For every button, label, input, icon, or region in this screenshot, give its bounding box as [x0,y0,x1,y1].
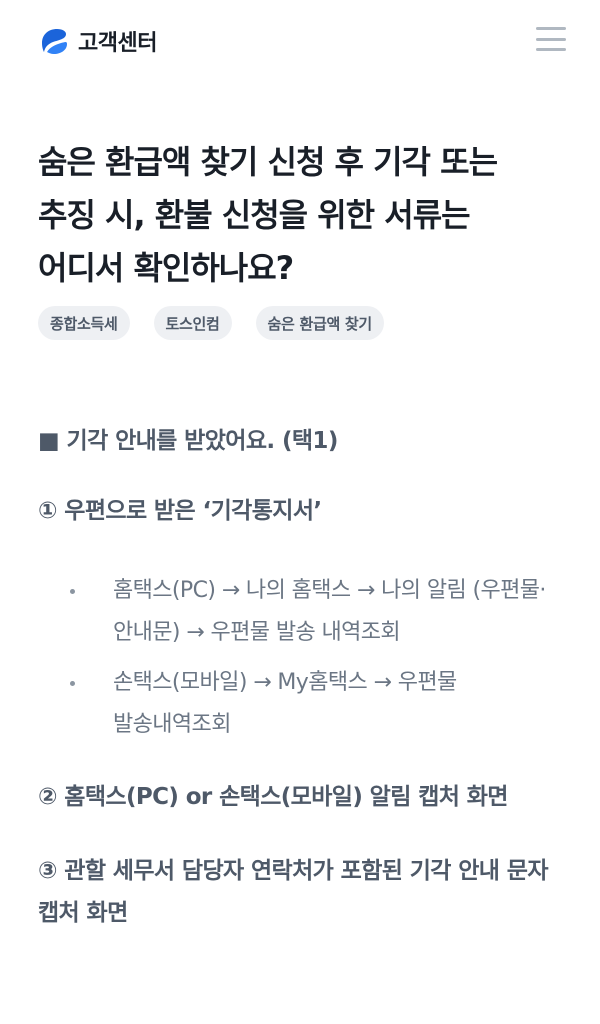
list-item-text: 홈택스(PC) → 나의 홈택스 → 나의 알림 (우편물·안내문) → 우편물… [113,578,546,645]
tag-item[interactable]: 숨은 환급액 찾기 [255,306,384,340]
bullet-dot [70,589,75,594]
item-heading-3: ③ 관할 세무서 담당자 연락처가 포함된 기각 안내 문자 캡처 화면 [38,858,549,926]
menu-line [536,37,566,41]
section-heading: ■ 기각 안내를 받았어요. (택1) [38,428,338,454]
brand-title: 고객센터 [78,31,157,56]
list-item: 홈택스(PC) → 나의 홈택스 → 나의 알림 (우편물·안내문) → 우편물… [38,570,558,654]
article-title: 숨은 환급액 찾기 신청 후 기각 또는 추징 시, 환불 신청을 위한 서류는… [38,143,498,287]
hamburger-menu-icon[interactable] [534,24,568,54]
bullet-dot [70,681,75,686]
toss-logo-icon [42,29,67,54]
article-body: ■ 기각 안내를 받았어요. (택1) ① 우편으로 받은 ‘기각통지서’ 홈택… [38,420,558,934]
list-item-text: 손택스(모바일) → My홈택스 → 우편물 발송내역조회 [113,670,457,737]
bullet-list: 홈택스(PC) → 나의 홈택스 → 나의 알림 (우편물·안내문) → 우편물… [38,570,558,746]
tag-item[interactable]: 토스인컴 [153,306,232,340]
top-header: 고객센터 [0,0,600,84]
item-heading-1: ① 우편으로 받은 ‘기각통지서’ [38,498,322,524]
tag-item[interactable]: 종합소득세 [38,306,130,340]
menu-line [536,27,566,30]
menu-line [536,48,566,51]
help-article-page: 고객센터 숨은 환급액 찾기 신청 후 기각 또는 추징 시, 환불 신청을 위… [0,0,600,1024]
tag-list: 종합소득세 토스인컴 숨은 환급액 찾기 [38,306,384,340]
item-heading-2: ② 홈택스(PC) or 손택스(모바일) 알림 캡처 화면 [38,784,508,810]
list-item: 손택스(모바일) → My홈택스 → 우편물 발송내역조회 [38,662,558,746]
brand[interactable]: 고객센터 [38,24,157,58]
